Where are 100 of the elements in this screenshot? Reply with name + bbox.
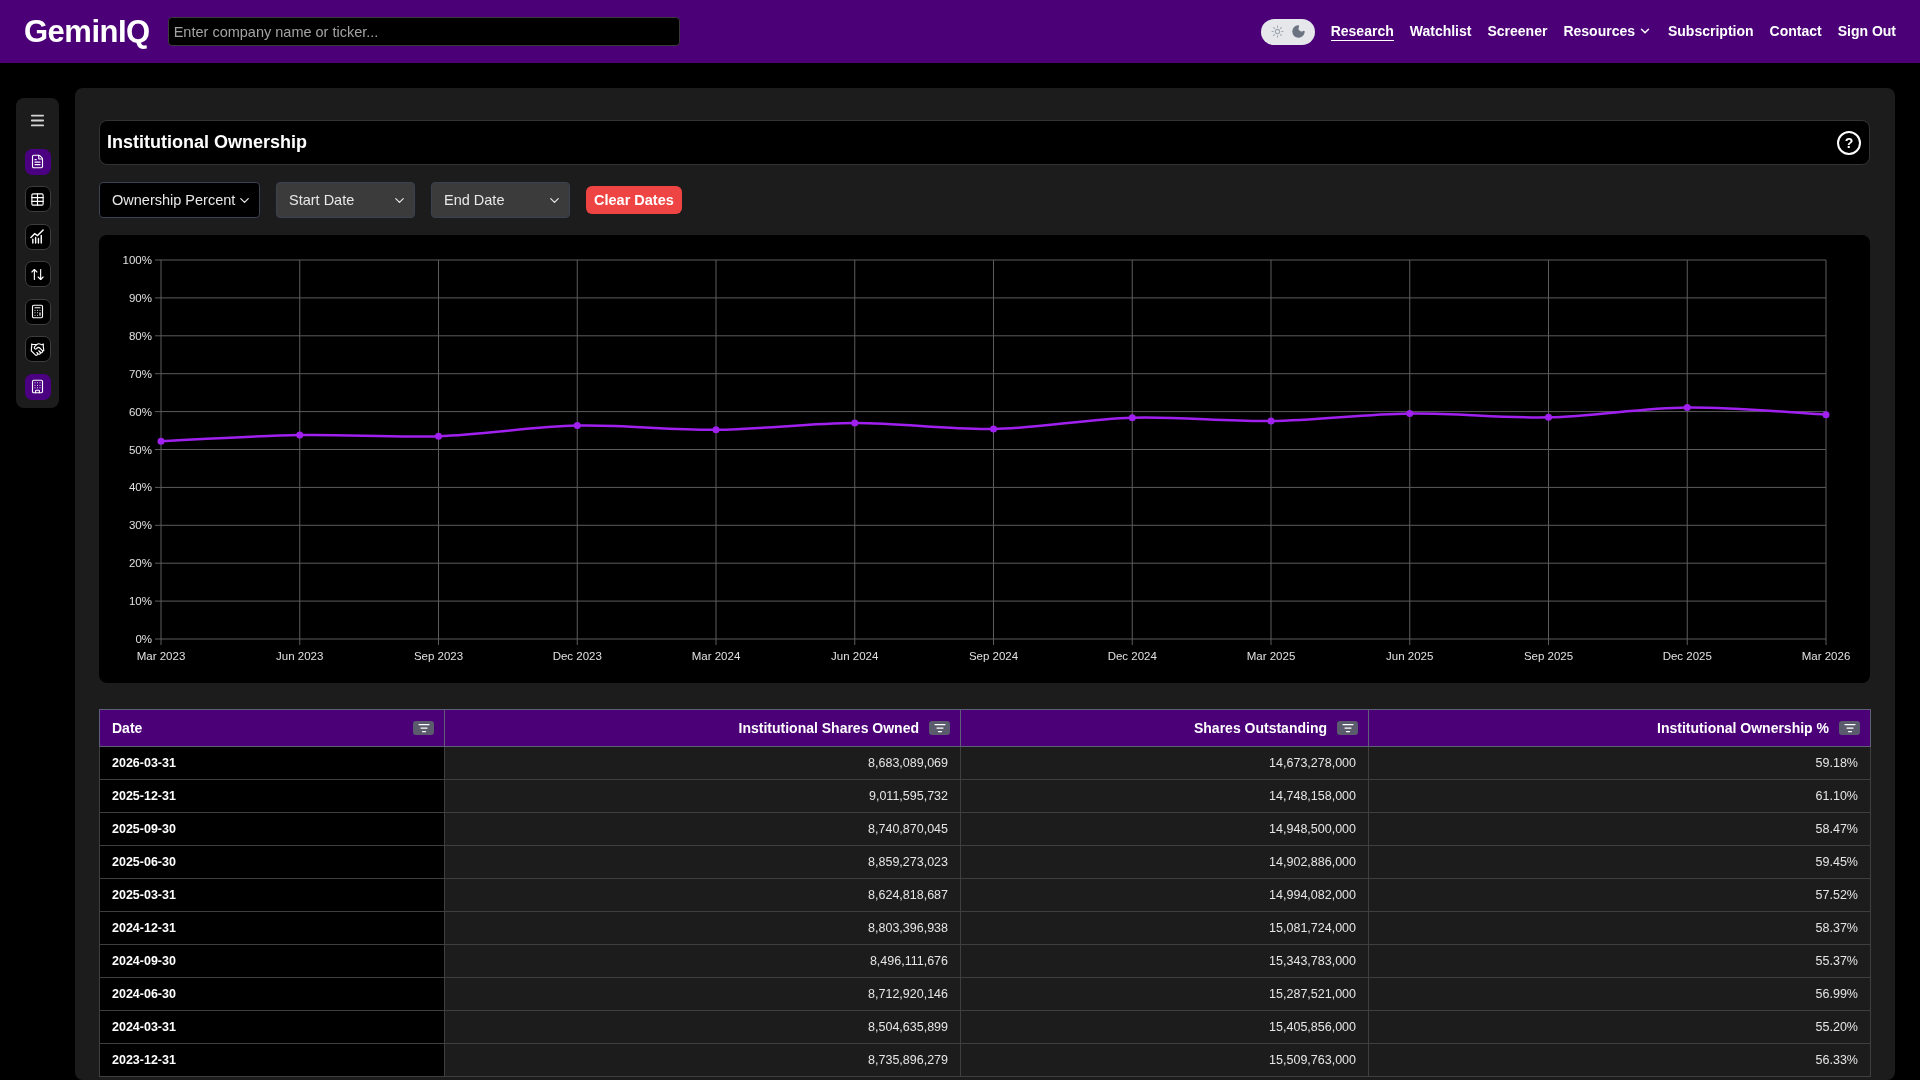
filter-icon [417, 722, 430, 734]
axis-label: 10% [128, 595, 152, 608]
sidebar-item[interactable] [24, 373, 51, 400]
nav-link[interactable]: Watchlist [1409, 22, 1472, 41]
table-cell: 15,343,783,000 [960, 944, 1369, 978]
axis-label: Mar 2023 [136, 650, 186, 662]
document-icon [30, 154, 45, 169]
table-cell: 14,948,500,000 [960, 812, 1369, 846]
filter-icon [933, 722, 946, 734]
axis-label: 60% [128, 405, 152, 418]
axis-label: Mar 2025 [1246, 650, 1296, 662]
table-cell: 2026-03-31 [99, 746, 445, 780]
nav-link[interactable]: Sign Out [1837, 22, 1896, 41]
table-cell: 8,624,818,687 [444, 878, 961, 912]
axis-label: 20% [128, 557, 152, 570]
search-field[interactable]: Enter company name or ticker... [167, 17, 680, 46]
table-cell: 58.37% [1368, 911, 1871, 945]
sidebar-item[interactable] [24, 336, 51, 362]
table-cell: 2024-12-31 [99, 911, 445, 945]
calculator-icon [30, 304, 45, 319]
axis-label: 80% [128, 329, 152, 342]
filter-icon [1843, 722, 1856, 734]
axis-label: 100% [122, 254, 152, 266]
axis-label: Dec 2025 [1662, 650, 1712, 662]
axis-label: 30% [128, 519, 152, 532]
table-cell: 15,405,856,000 [960, 1010, 1369, 1044]
axis-label: 40% [128, 481, 152, 494]
axis-label: Dec 2024 [1107, 650, 1157, 662]
nav-link[interactable]: Research [1330, 22, 1394, 41]
filter-button[interactable] [1337, 721, 1358, 735]
sun-icon [1270, 25, 1284, 38]
table-cell: 2024-06-30 [99, 977, 445, 1011]
axis-label: Dec 2023 [552, 650, 602, 662]
moon-icon [1290, 24, 1306, 39]
column-header: Institutional Ownership % [1657, 720, 1829, 736]
table-cell: 2024-09-30 [99, 944, 445, 978]
axis-label: Mar 2026 [1801, 650, 1851, 662]
table-cell: 61.10% [1368, 779, 1871, 813]
filter-button[interactable] [929, 721, 950, 735]
logo[interactable]: GeminIQ [24, 13, 150, 50]
filter-button[interactable] [1839, 721, 1860, 735]
table-cell: 2025-09-30 [99, 812, 445, 846]
page-title: Institutional Ownership [107, 132, 307, 153]
sidebar-item[interactable] [24, 186, 51, 212]
axis-label: Jun 2023 [276, 650, 324, 662]
dropdown[interactable]: End Date [431, 182, 570, 218]
sidebar-item[interactable] [24, 223, 51, 250]
column-header: Date [112, 720, 143, 736]
up-down-arrows-icon [30, 266, 45, 282]
table-cell: 14,902,886,000 [960, 845, 1369, 879]
clear-dates-button[interactable]: Clear Dates [586, 186, 682, 214]
sidebar-item[interactable] [24, 261, 51, 287]
table-cell: 2023-12-31 [99, 1043, 445, 1077]
table-cell: 58.47% [1368, 812, 1871, 846]
table-cell: 8,712,920,146 [444, 977, 961, 1011]
table-cell: 55.37% [1368, 944, 1871, 978]
filter-button[interactable] [413, 721, 434, 735]
table-cell: 8,683,089,069 [444, 746, 961, 780]
building-icon [30, 379, 45, 394]
table-cell: 56.33% [1368, 1043, 1871, 1077]
table-cell: 15,509,763,000 [960, 1043, 1369, 1077]
axis-label: 70% [128, 367, 152, 380]
column-header: Institutional Shares Owned [738, 720, 919, 736]
table-cell: 15,081,724,000 [960, 911, 1369, 945]
filter-icon [1341, 722, 1354, 734]
table-cell: 59.45% [1368, 845, 1871, 879]
sidebar-item[interactable] [24, 148, 51, 175]
table-cell: 14,748,158,000 [960, 779, 1369, 813]
table-cell: 59.18% [1368, 746, 1871, 780]
dropdown[interactable]: Start Date [276, 182, 415, 218]
axis-label: Sep 2025 [1523, 650, 1574, 662]
column-header: Shares Outstanding [1193, 720, 1327, 736]
table-cell: 2025-03-31 [99, 878, 445, 912]
table-cell: 2025-12-31 [99, 779, 445, 813]
table-cell: 9,011,595,732 [444, 779, 961, 813]
axis-label: 0% [135, 633, 152, 645]
nav-menu[interactable]: Resources [1563, 22, 1652, 41]
axis-label: Jun 2025 [1386, 650, 1434, 662]
table-cell: 15,287,521,000 [960, 977, 1369, 1011]
nav-link[interactable]: Subscription [1668, 22, 1754, 41]
theme-toggle[interactable] [1260, 18, 1315, 45]
menu-icon[interactable] [29, 112, 46, 129]
table-cell: 8,504,635,899 [444, 1010, 961, 1044]
table-cell: 2024-03-31 [99, 1010, 445, 1044]
nav-link[interactable]: Screener [1487, 22, 1548, 41]
table-cell: 8,803,396,938 [444, 911, 961, 945]
table-icon [30, 191, 45, 207]
axis-label: Sep 2024 [968, 650, 1019, 662]
axis-label: 50% [128, 443, 152, 456]
dropdown[interactable]: Ownership Percent [99, 182, 260, 218]
handshake-icon [30, 341, 45, 357]
table-cell: 55.20% [1368, 1010, 1871, 1044]
nav-link[interactable]: Contact [1769, 22, 1822, 41]
axis-label: 90% [128, 291, 152, 304]
table-cell: 14,673,278,000 [960, 746, 1369, 780]
axis-label: Sep 2023 [413, 650, 464, 662]
help-button[interactable]: ? [1837, 130, 1861, 155]
sidebar-item[interactable] [24, 298, 51, 325]
axis-label: Mar 2024 [691, 650, 741, 662]
table-cell: 8,859,273,023 [444, 845, 961, 879]
